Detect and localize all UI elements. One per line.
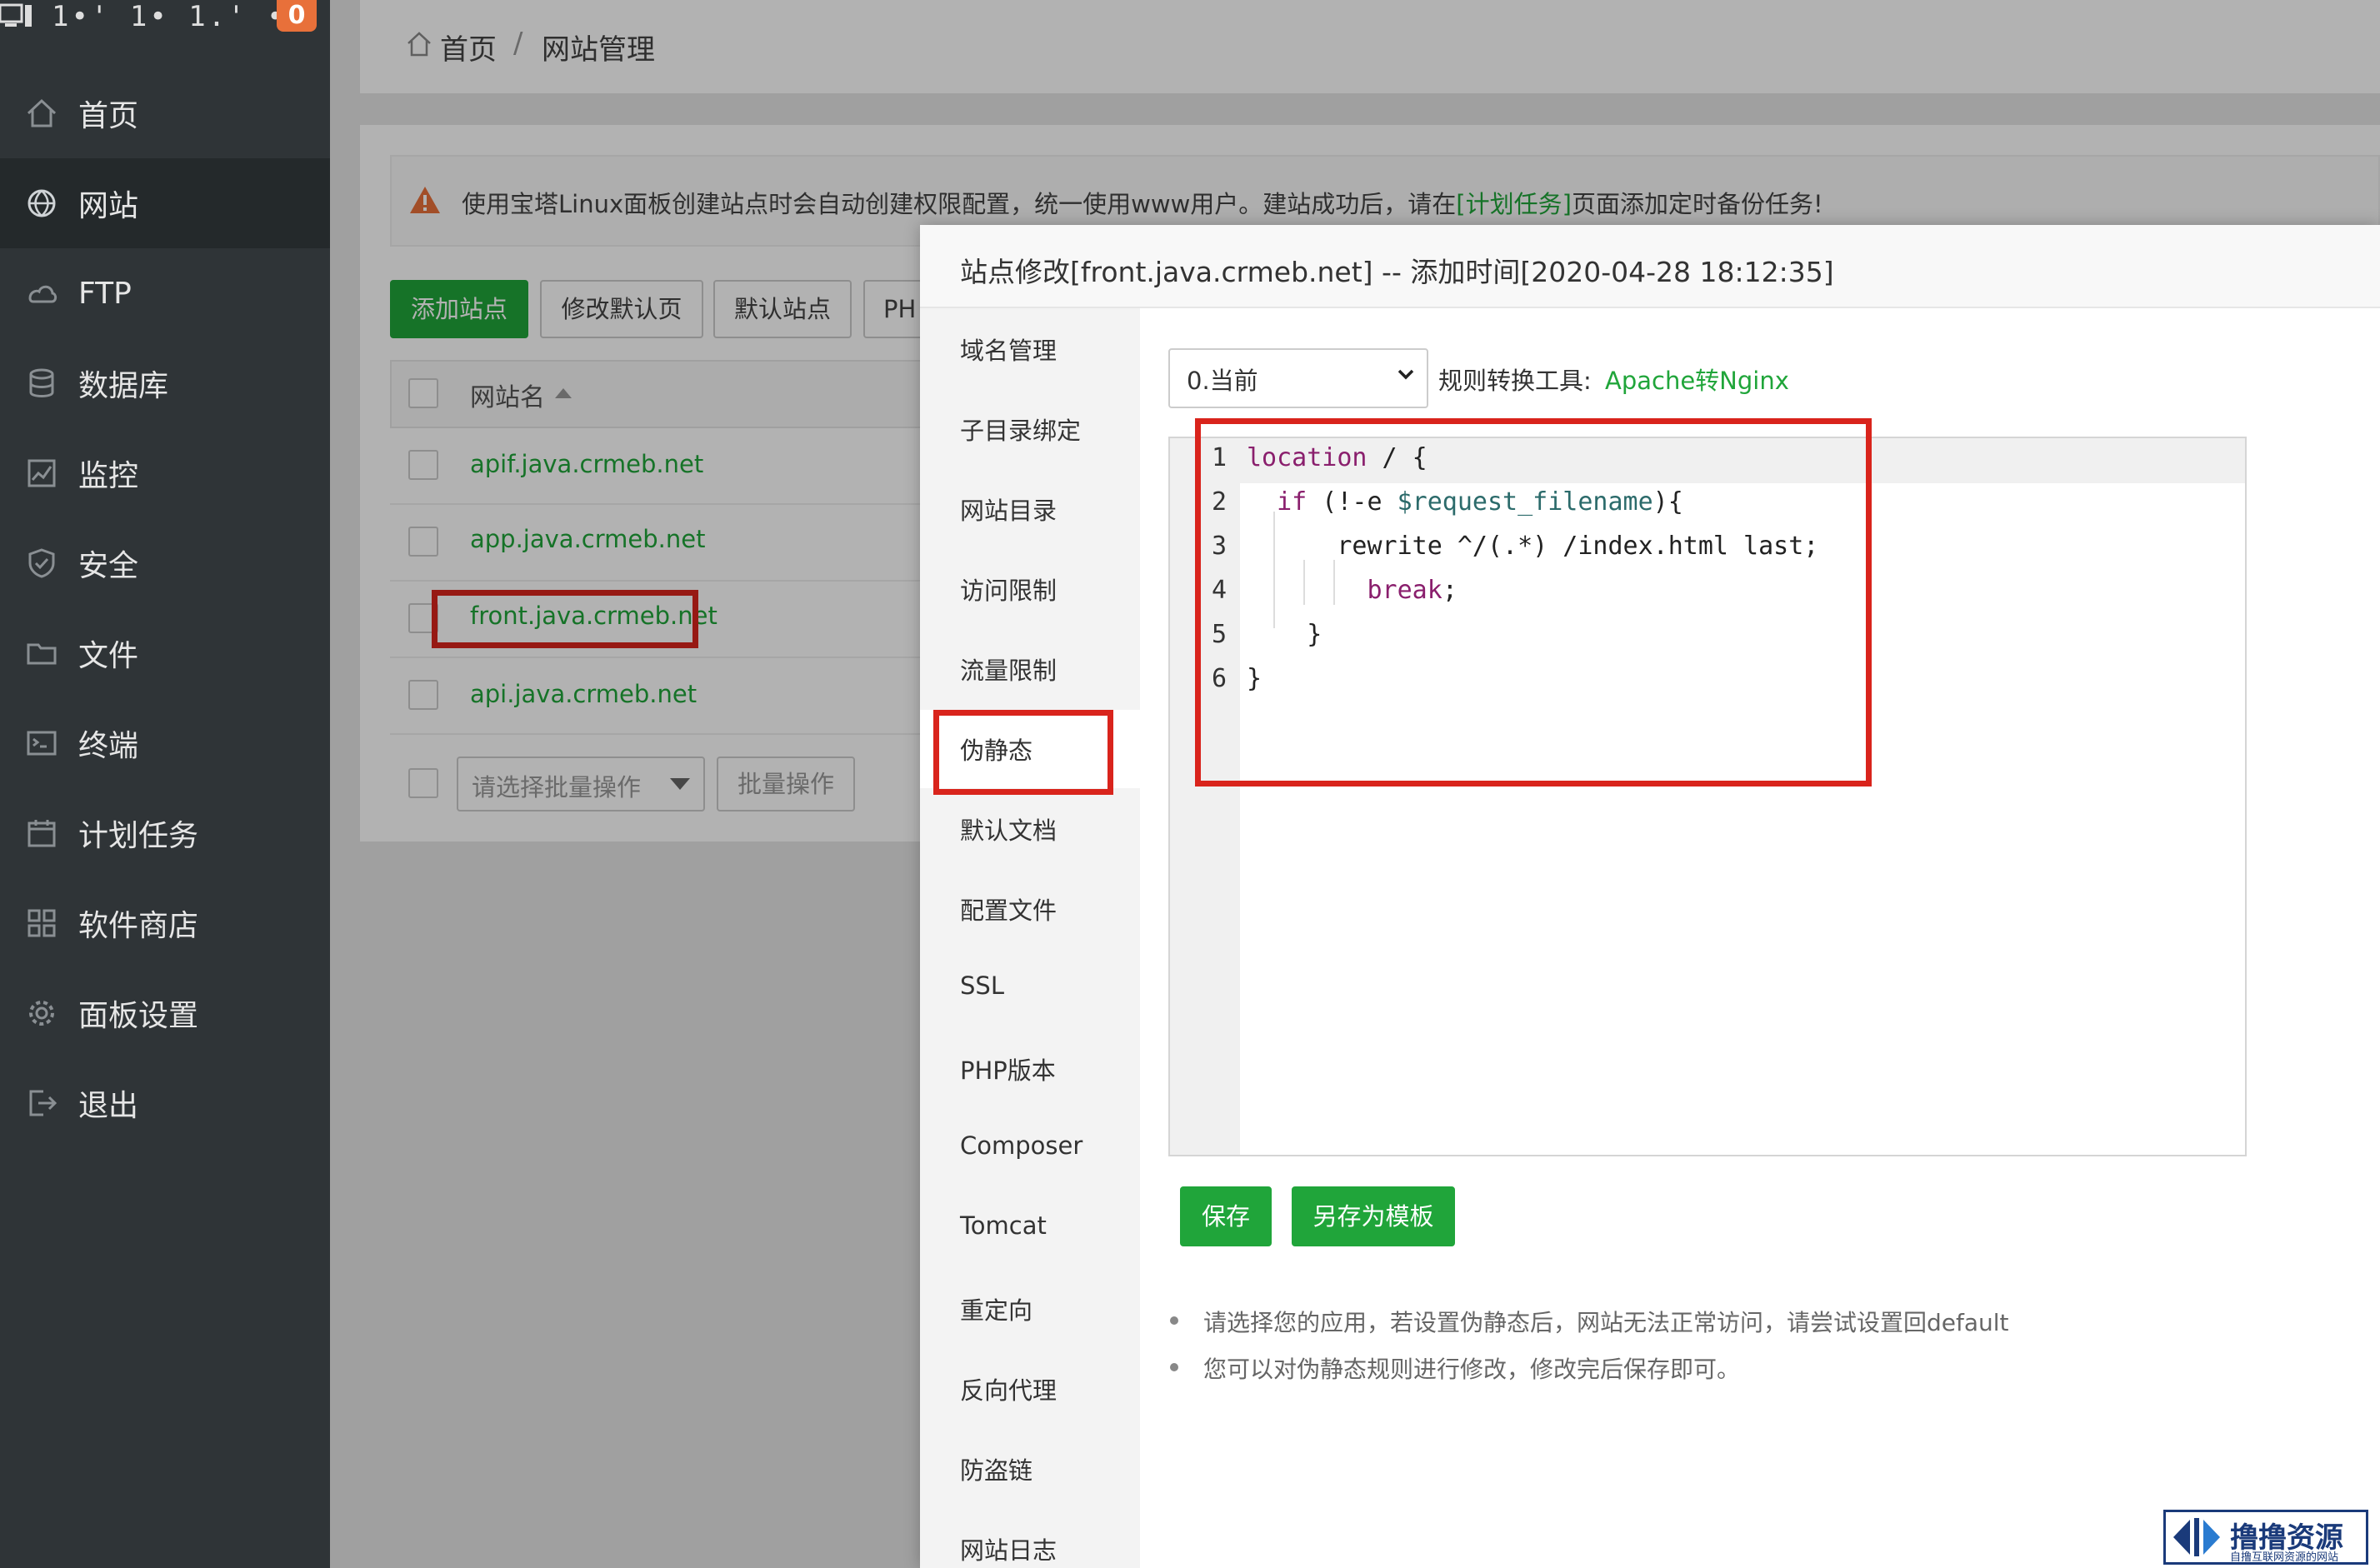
modal-nav-item-4[interactable]: 访问限制: [960, 572, 1057, 607]
rewrite-note: 您可以对伪静态规则进行修改，修改完后保存即可。: [1203, 1356, 1741, 1383]
sidebar-item-label: 安全: [78, 549, 139, 583]
sidebar-item-label: 文件: [78, 639, 139, 673]
rewrite-note: 请选择您的应用，若设置伪静态后，网站无法正常访问，请尝试设置回default: [1203, 1309, 2009, 1336]
sidebar-item-2[interactable]: 网站: [0, 158, 330, 248]
rewrite-nav-highlight-box: [933, 710, 1113, 795]
modal-nav-item-16[interactable]: 网站日志: [960, 1531, 1057, 1566]
sidebar-item-label: 监控: [78, 459, 139, 493]
modal-nav-item-10[interactable]: PHP版本: [960, 1051, 1056, 1086]
folder-icon: [27, 643, 57, 665]
modal-nav-item-12[interactable]: Tomcat: [960, 1211, 1047, 1240]
globe-icon: [28, 189, 56, 217]
chevron-down-icon: [1398, 369, 1414, 380]
modal-nav-item-9[interactable]: SSL: [960, 971, 1004, 1000]
calendar-icon: [28, 820, 56, 847]
rewrite-rule-select-value: 0.当前: [1187, 367, 1258, 395]
sidebar-item-4[interactable]: 数据库: [0, 338, 330, 428]
monitor-icon: [28, 459, 56, 487]
modal-nav-item-3[interactable]: 网站目录: [960, 492, 1057, 527]
rule-converter-label: 规则转换工具:: [1438, 367, 1592, 395]
sidebar-item-7[interactable]: 文件: [0, 608, 330, 698]
sidebar-item-5[interactable]: 监控: [0, 428, 330, 518]
bullet-icon: [1170, 1363, 1178, 1371]
sidebar-item-label: 终端: [78, 729, 139, 763]
sidebar-item-8[interactable]: 终端: [0, 698, 330, 788]
grid-icon: [28, 909, 56, 937]
modal-nav-item-2[interactable]: 子目录绑定: [960, 412, 1081, 447]
database-icon: [29, 368, 54, 397]
modal-nav-item-11[interactable]: Composer: [960, 1131, 1082, 1160]
server-ip: 1•' 1• 1.' ••: [52, 0, 307, 33]
sidebar-item-11[interactable]: 面板设置: [0, 968, 330, 1058]
sidebar-item-9[interactable]: 计划任务: [0, 788, 330, 878]
code-highlight-box: [1195, 418, 1872, 786]
modal-nav-item-8[interactable]: 配置文件: [960, 891, 1057, 926]
sidebar-item-6[interactable]: 安全: [0, 518, 330, 608]
ftp-icon: [28, 285, 58, 303]
modal-title: 站点修改[front.java.crmeb.net] -- 添加时间[2020-…: [960, 256, 1834, 288]
watermark-emblem-icon: [2173, 1518, 2220, 1556]
save-as-template-button[interactable]: 另存为模板: [1292, 1186, 1455, 1246]
modal-nav-item-14[interactable]: 反向代理: [960, 1371, 1057, 1406]
sidebar-item-label: 首页: [78, 99, 139, 133]
save-button[interactable]: 保存: [1180, 1186, 1272, 1246]
apache-to-nginx-link[interactable]: Apache转Nginx: [1605, 362, 1789, 397]
sidebar-item-10[interactable]: 软件商店: [0, 878, 330, 968]
sidebar-item-label: 计划任务: [78, 819, 199, 853]
sidebar-item-12[interactable]: 退出: [0, 1058, 330, 1148]
modal-nav-item-5[interactable]: 流量限制: [960, 652, 1057, 687]
modal-nav-item-15[interactable]: 防盗链: [960, 1451, 1032, 1486]
modal-nav-item-1[interactable]: 域名管理: [960, 332, 1057, 367]
home-icon: [27, 98, 57, 127]
sidebar-item-label: 网站: [78, 189, 139, 223]
bullet-icon: [1170, 1316, 1178, 1325]
alert-count-badge[interactable]: 0: [277, 0, 317, 32]
watermark-subtext: 自撸互联网资源的网站: [2230, 1551, 2339, 1564]
sidebar-item-3[interactable]: FTP: [0, 248, 330, 338]
sidebar-item-label: FTP: [78, 276, 132, 311]
shield-icon: [28, 548, 55, 578]
sidebar-item-label: 面板设置: [78, 999, 199, 1033]
sidebar-item-label: 退出: [78, 1089, 139, 1123]
terminal-icon: [27, 731, 57, 756]
sidebar-item-1[interactable]: 首页: [0, 68, 330, 158]
sidebar-item-label: 软件商店: [78, 909, 199, 943]
server-icon: [0, 3, 32, 27]
modal-nav-item-13[interactable]: 重定向: [960, 1291, 1032, 1326]
modal-nav-item-7[interactable]: 默认文档: [960, 811, 1057, 846]
sidebar-item-label: 数据库: [78, 369, 169, 403]
logout-icon: [29, 1090, 58, 1116]
sidebar-header: 1•' 1• 1.' •• 0: [0, 0, 330, 35]
gear-icon: [29, 1001, 54, 1026]
